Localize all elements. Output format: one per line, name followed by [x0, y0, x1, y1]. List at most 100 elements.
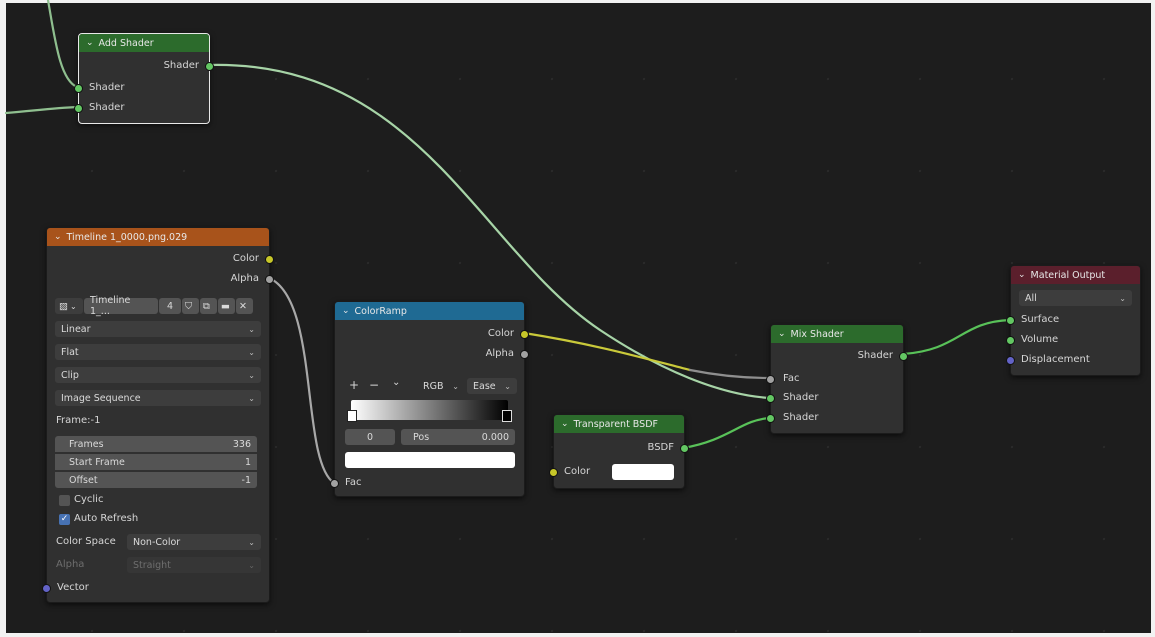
projection-dropdown[interactable]: Flat ⌄	[55, 344, 261, 360]
open-image-button[interactable]: ▬	[218, 298, 235, 314]
color-ramp-header[interactable]: ⌄ ColorRamp	[335, 302, 524, 320]
color-ramp-title: ColorRamp	[354, 305, 407, 317]
input-fac-label: Fac	[783, 373, 800, 384]
fake-user-button[interactable]: ⛉	[182, 298, 199, 314]
source-dropdown[interactable]: Image Sequence ⌄	[55, 390, 261, 406]
mix-shader-node[interactable]: ⌄ Mix Shader Shader Fac Shader Shader	[766, 324, 908, 434]
add-stop-button[interactable]: +	[349, 378, 359, 392]
output-color-label: Color	[232, 253, 259, 264]
duplicate-image-button[interactable]: ⧉	[200, 298, 217, 314]
cyclic-checkbox[interactable]	[59, 495, 70, 506]
stop-color-swatch[interactable]	[345, 452, 515, 468]
input-shader-label-1: Shader	[89, 82, 125, 93]
input-vector-label: Vector	[57, 582, 89, 593]
alpha-mode-label: Alpha	[56, 559, 85, 570]
color-ramp-gradient[interactable]	[351, 400, 508, 420]
chevron-down-icon: ⌄	[1119, 293, 1126, 303]
image-texture-title: Timeline 1_0000.png.029	[66, 231, 188, 243]
stop-index-field[interactable]: 0	[345, 429, 395, 445]
ramp-stop-white[interactable]	[347, 410, 357, 422]
material-output-node[interactable]: ⌄ Material Output All ⌄ Surface Volume Di…	[1006, 265, 1141, 376]
output-bsdf-socket[interactable]	[680, 444, 689, 453]
image-texture-header[interactable]: ⌄ Timeline 1_0000.png.029	[47, 228, 269, 246]
transparent-bsdf-title: Transparent BSDF	[573, 418, 658, 430]
frames-field[interactable]: Frames 336	[55, 436, 257, 452]
transparent-bsdf-header[interactable]: ⌄ Transparent BSDF	[554, 415, 684, 433]
collapse-chevron-icon[interactable]: ⌄	[342, 306, 350, 316]
input-displacement-socket[interactable]	[1006, 356, 1015, 365]
input-vector-socket[interactable]	[42, 584, 51, 593]
chevron-down-icon: ⌄	[248, 393, 255, 403]
color-mode-dropdown[interactable]: RGB ⌄	[417, 378, 465, 394]
image-texture-node[interactable]: ⌄ Timeline 1_0000.png.029 Color Alpha ▨ ⌄…	[42, 227, 274, 603]
extension-dropdown[interactable]: Clip ⌄	[55, 367, 261, 383]
collapse-chevron-icon[interactable]: ⌄	[1018, 270, 1026, 280]
mix-shader-title: Mix Shader	[790, 328, 844, 340]
unlink-image-button[interactable]: ✕	[236, 298, 253, 314]
output-shader-label: Shader	[857, 350, 893, 361]
start-frame-field[interactable]: Start Frame 1	[55, 454, 257, 470]
ramp-stop-black[interactable]	[502, 410, 512, 422]
stop-position-field[interactable]: Pos 0.000	[401, 429, 515, 445]
cyclic-label: Cyclic	[74, 494, 104, 505]
auto-refresh-checkbox[interactable]: ✓	[59, 514, 70, 525]
input-shader-socket-2[interactable]	[74, 104, 83, 113]
image-users-count[interactable]: 4	[159, 298, 181, 314]
output-alpha-label: Alpha	[230, 273, 259, 284]
frame-readout: Frame:-1	[56, 415, 101, 426]
chevron-down-icon: ⌄	[248, 347, 255, 357]
image-name-field[interactable]: Timeline 1_...	[84, 295, 158, 317]
input-shader-label-2: Shader	[89, 102, 125, 113]
output-alpha-socket[interactable]	[265, 275, 274, 284]
color-space-dropdown[interactable]: Non-Color ⌄	[127, 534, 261, 550]
input-shader-label-1: Shader	[783, 392, 819, 403]
image-browse-button[interactable]: ▨ ⌄	[55, 298, 83, 314]
input-surface-socket[interactable]	[1006, 316, 1015, 325]
input-shader-socket-2[interactable]	[766, 414, 775, 423]
output-shader-socket[interactable]	[899, 352, 908, 361]
output-color-socket[interactable]	[265, 255, 274, 264]
close-icon: ✕	[239, 300, 247, 312]
chevron-down-icon: ⌄	[248, 537, 255, 547]
shield-icon: ⛉	[185, 300, 193, 312]
ramp-menu-button[interactable]: ⌄	[392, 377, 400, 388]
output-shader-socket[interactable]	[205, 62, 214, 71]
offset-field[interactable]: Offset -1	[55, 472, 257, 488]
input-volume-socket[interactable]	[1006, 336, 1015, 345]
output-color-socket[interactable]	[520, 330, 529, 339]
input-fac-socket[interactable]	[766, 375, 775, 384]
chevron-down-icon: ⌄	[248, 370, 255, 380]
output-color-label: Color	[487, 328, 514, 339]
collapse-chevron-icon[interactable]: ⌄	[778, 329, 786, 339]
alpha-mode-dropdown[interactable]: Straight ⌄	[127, 557, 261, 573]
collapse-chevron-icon[interactable]: ⌄	[54, 232, 62, 242]
transparent-bsdf-node[interactable]: ⌄ Transparent BSDF BSDF Color	[549, 414, 689, 489]
ramp-interpolation-dropdown[interactable]: Ease ⌄	[467, 378, 517, 394]
mix-shader-header[interactable]: ⌄ Mix Shader	[771, 325, 903, 343]
input-shader-label-2: Shader	[783, 412, 819, 423]
add-shader-title: Add Shader	[98, 37, 154, 49]
input-shader-socket-1[interactable]	[74, 84, 83, 93]
input-shader-socket-1[interactable]	[766, 394, 775, 403]
material-output-title: Material Output	[1030, 269, 1106, 281]
interpolation-dropdown[interactable]: Linear ⌄	[55, 321, 261, 337]
image-icon: ▨	[59, 300, 68, 312]
output-alpha-socket[interactable]	[520, 350, 529, 359]
chevron-down-icon: ⌄	[452, 381, 459, 391]
input-fac-socket[interactable]	[330, 479, 339, 488]
output-bsdf-label: BSDF	[647, 442, 674, 453]
color-swatch[interactable]	[612, 464, 674, 480]
add-shader-header[interactable]: ⌄ Add Shader	[79, 34, 209, 52]
material-output-header[interactable]: ⌄ Material Output	[1011, 266, 1140, 284]
collapse-chevron-icon[interactable]: ⌄	[561, 419, 569, 429]
color-ramp-node[interactable]: ⌄ ColorRamp Color Alpha + − ⌄ RGB ⌄ Ease ⌄…	[330, 301, 529, 497]
chevron-down-icon: ⌄	[248, 324, 255, 334]
collapse-chevron-icon[interactable]: ⌄	[86, 38, 94, 48]
auto-refresh-label: Auto Refresh	[74, 513, 139, 524]
add-shader-node[interactable]: ⌄ Add Shader Shader Shader Shader	[74, 33, 214, 124]
remove-stop-button[interactable]: −	[369, 378, 379, 392]
chevron-down-icon: ⌄	[248, 560, 255, 570]
input-volume-label: Volume	[1021, 334, 1059, 345]
input-color-socket[interactable]	[549, 468, 558, 477]
render-target-dropdown[interactable]: All ⌄	[1019, 290, 1132, 306]
